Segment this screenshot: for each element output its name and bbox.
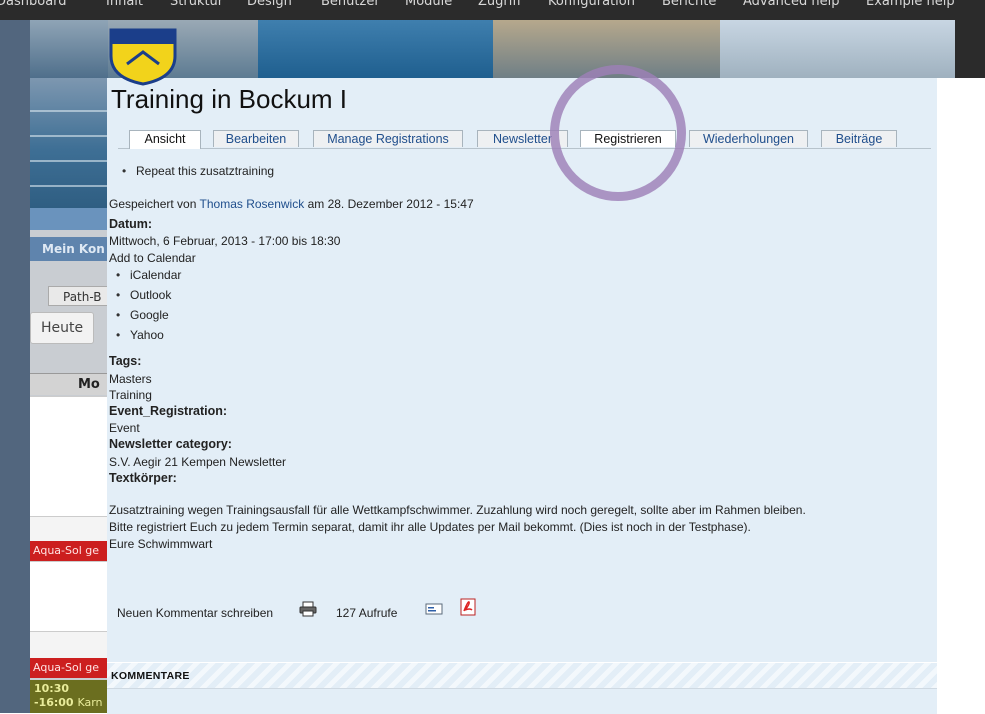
admin-menu-dashboard[interactable]: Dashboard	[0, 0, 67, 9]
calendar-event[interactable]: Aqua-Sol ge	[30, 658, 110, 678]
submitted-line: Gespeichert von Thomas Rosenwick am 28. …	[109, 197, 474, 211]
calendar-link-yahoo[interactable]: Yahoo	[116, 328, 164, 342]
banner-photo-building	[720, 20, 955, 78]
calendar-cell	[30, 516, 110, 541]
view-count: 127 Aufrufe	[336, 606, 398, 620]
pool-lane-line	[30, 160, 110, 162]
tab-wiederholungen[interactable]: Wiederholungen	[689, 130, 808, 147]
admin-menu-module[interactable]: Module	[405, 0, 452, 9]
event-time-start: 10:30	[34, 682, 70, 695]
nav-strip	[30, 208, 110, 230]
event-registration-value: Event	[109, 421, 140, 435]
pool-lane-line	[30, 185, 110, 187]
admin-menu-struktur[interactable]: Struktur	[170, 0, 223, 9]
banner-photo-swimmer	[258, 20, 493, 78]
calendar-link-google[interactable]: Google	[116, 308, 169, 322]
today-button[interactable]: Heute	[30, 312, 94, 344]
repeat-link[interactable]: Repeat this zusatztraining	[122, 164, 274, 178]
admin-menu-berichte[interactable]: Berichte	[662, 0, 716, 9]
admin-menu-benutzer[interactable]: Benutzer	[321, 0, 380, 9]
tab-ansicht[interactable]: Ansicht	[129, 130, 201, 149]
submitted-suffix: am 28. Dezember 2012 - 15:47	[307, 197, 474, 211]
newsletter-category-link[interactable]: S.V. Aegir 21 Kempen Newsletter	[109, 455, 286, 469]
club-logo	[109, 28, 177, 86]
printer-icon[interactable]	[299, 601, 317, 621]
page-background-left	[0, 20, 30, 713]
admin-menu-design[interactable]: Design	[247, 0, 292, 9]
node-tabs: Ansicht Bearbeiten Manage Registrations …	[118, 130, 931, 149]
body-line: Eure Schwimmwart	[109, 537, 213, 551]
event-registration-label: Event_Registration:	[109, 404, 228, 418]
page-title: Training in Bockum I	[111, 84, 348, 114]
comments-heading: KOMMENTARE	[107, 662, 937, 688]
pool-lane-line	[30, 135, 110, 137]
admin-menu-example-help[interactable]: Example help	[866, 0, 955, 9]
event-label: Karn	[77, 696, 103, 709]
banner-right-edge	[955, 20, 985, 78]
newsletter-category-label: Newsletter category:	[109, 437, 232, 451]
admin-menu-zugriff[interactable]: Zugriff	[478, 0, 521, 9]
calendar-link-icalendar[interactable]: iCalendar	[116, 268, 181, 282]
event-time-end: -16:00 Karn	[34, 696, 106, 710]
body-label: Textkörper:	[109, 471, 177, 485]
calendar-event[interactable]: Aqua-Sol ge	[30, 541, 110, 561]
tab-registrieren[interactable]: Registrieren	[580, 130, 676, 147]
body-line: Bitte registriert Euch zu jedem Termin s…	[109, 520, 751, 534]
tab-newsletter[interactable]: Newsletter	[477, 130, 568, 147]
pdf-icon[interactable]	[460, 598, 476, 620]
calendar-cell	[30, 396, 110, 517]
event-time-end-text: -16:00	[34, 696, 74, 709]
date-label: Datum:	[109, 217, 153, 231]
tag-link-masters[interactable]: Masters	[109, 372, 152, 386]
path-breadcrumb-tab[interactable]: Path-B	[48, 286, 110, 306]
admin-menu-konfiguration[interactable]: Konfiguration	[548, 0, 635, 9]
banner-photo-hall	[30, 20, 108, 78]
submitted-prefix: Gespeichert von	[109, 197, 197, 211]
tags-label: Tags:	[109, 354, 142, 368]
admin-menu: Dashboard Inhalt Struktur Design Benutze…	[0, 0, 985, 20]
calendar-cell	[30, 561, 110, 632]
body-line: Zusatztraining wegen Trainingsausfall fü…	[109, 503, 806, 517]
date-value: Mittwoch, 6 Februar, 2013 - 17:00 bis 18…	[109, 234, 341, 248]
author-link[interactable]: Thomas Rosenwick	[200, 197, 305, 211]
pool-lane-line	[30, 110, 110, 112]
new-comment-link[interactable]: Neuen Kommentar schreiben	[117, 606, 273, 620]
email-icon[interactable]	[425, 601, 443, 620]
banner-photo-team	[493, 20, 720, 78]
calendar-day-header: Mo	[30, 373, 110, 395]
pool-photo	[30, 78, 110, 208]
tab-bearbeiten[interactable]: Bearbeiten	[213, 130, 299, 147]
tab-manage-registrations[interactable]: Manage Registrations	[313, 130, 463, 147]
calendar-event-karneval[interactable]: 10:30 -16:00 Karn	[30, 680, 110, 713]
calendar-cell	[30, 631, 110, 658]
tab-beitraege[interactable]: Beiträge	[821, 130, 897, 147]
admin-menu-advanced-help[interactable]: Advanced help	[743, 0, 839, 9]
tag-link-training[interactable]: Training	[109, 388, 152, 402]
my-account-bar[interactable]: Mein Kon	[30, 237, 110, 261]
comments-area	[107, 688, 937, 714]
calendar-link-outlook[interactable]: Outlook	[116, 288, 171, 302]
admin-menu-inhalt[interactable]: Inhalt	[106, 0, 143, 9]
add-to-calendar-label: Add to Calendar	[109, 251, 196, 265]
